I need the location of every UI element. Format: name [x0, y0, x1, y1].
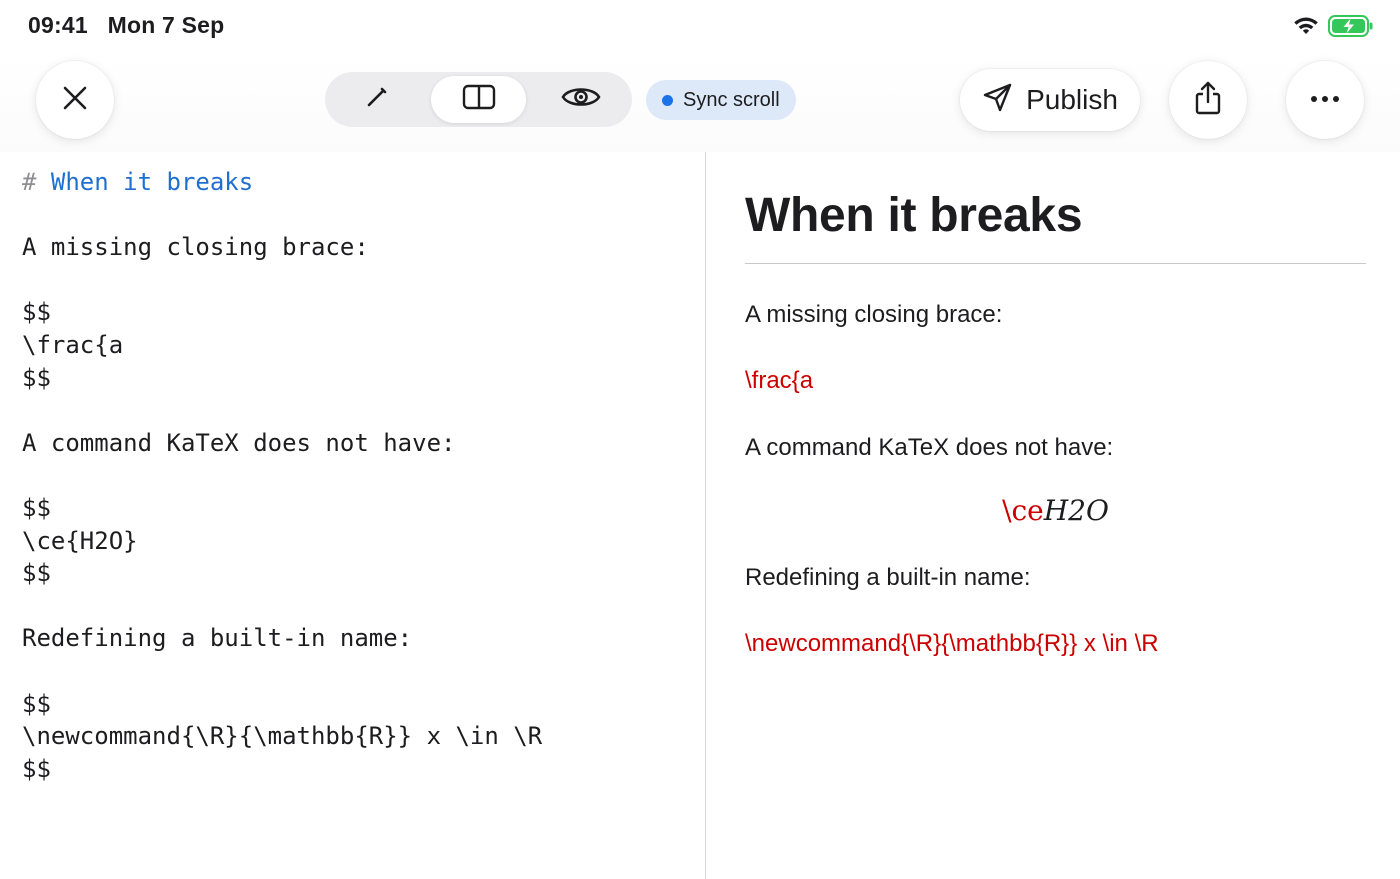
split-mode-button[interactable] [431, 76, 526, 123]
sync-status-dot [662, 94, 673, 106]
status-date: Mon 7 Sep [107, 12, 225, 38]
editor-line: A command KaTeX does not have: [22, 428, 456, 457]
send-icon [982, 81, 1014, 120]
katex-error-3: \newcommand{\R}{\mathbb{R}} x \in \R [745, 630, 1159, 657]
sync-scroll-toggle[interactable]: Sync scroll [646, 80, 796, 120]
close-button[interactable] [36, 61, 114, 139]
battery-charging-icon [1328, 14, 1374, 43]
pencil-icon [363, 83, 391, 116]
editor-line: $$ [22, 754, 51, 783]
editor-line: \frac{a [22, 330, 124, 359]
editor-line: \ce{H2O} [22, 526, 138, 555]
publish-button[interactable]: Publish [960, 69, 1140, 131]
editor-line: $$ [22, 559, 51, 588]
unsupported-command: \ce [1002, 494, 1044, 527]
status-bar: 09:41 Mon 7 Sep [0, 0, 1400, 56]
publish-label: Publish [1026, 84, 1118, 115]
editor-line: A missing closing brace: [22, 233, 369, 262]
heading-rule [745, 263, 1366, 264]
math-block-2: \ceH2O [745, 494, 1366, 527]
pane-divider[interactable] [705, 152, 706, 879]
katex-error-1: \frac{a [745, 367, 814, 394]
markdown-editor[interactable]: # When it breaks A missing closing brace:… [0, 152, 705, 879]
editor-line: \newcommand{\R}{\mathbb{R}} x \in \R [22, 722, 543, 751]
editor-line: $$ [22, 363, 51, 392]
editor-toolbar: Sync scroll Publish [0, 56, 1400, 152]
editor-line: $$ [22, 689, 51, 718]
share-button[interactable] [1169, 61, 1247, 139]
status-time: 09:41 [28, 12, 88, 38]
eye-icon [560, 83, 601, 116]
editor-line: $$ [22, 493, 51, 522]
heading-marker: # [22, 168, 51, 196]
math-body: H2O [1043, 494, 1109, 527]
wifi-icon [1292, 15, 1320, 42]
preview-pane: When it breaks A missing closing brace: … [745, 152, 1366, 879]
status-clock: 09:41 Mon 7 Sep [28, 12, 224, 39]
editor-heading-text: When it breaks [50, 168, 254, 196]
status-indicators [1292, 14, 1374, 43]
preview-mode-button[interactable] [533, 76, 628, 123]
editor-lines: A missing closing brace: $$ \frac{a $$ A com… [22, 199, 705, 786]
share-icon [1193, 80, 1223, 121]
more-icon [1309, 91, 1341, 109]
preview-paragraph-3: Redefining a built-in name: [745, 564, 1031, 591]
preview-paragraph-2: A command KaTeX does not have: [745, 434, 1114, 461]
split-view-icon [461, 83, 497, 116]
sync-scroll-label: Sync scroll [683, 88, 780, 111]
preview-paragraph-1: A missing closing brace: [745, 301, 1003, 328]
close-icon [61, 84, 89, 117]
editor-line: Redefining a built-in name: [22, 624, 413, 653]
view-mode-switcher [325, 72, 632, 127]
preview-title: When it breaks [745, 189, 1083, 242]
editor-line: $$ [22, 298, 51, 327]
more-button[interactable] [1286, 61, 1364, 139]
edit-mode-button[interactable] [329, 76, 424, 123]
